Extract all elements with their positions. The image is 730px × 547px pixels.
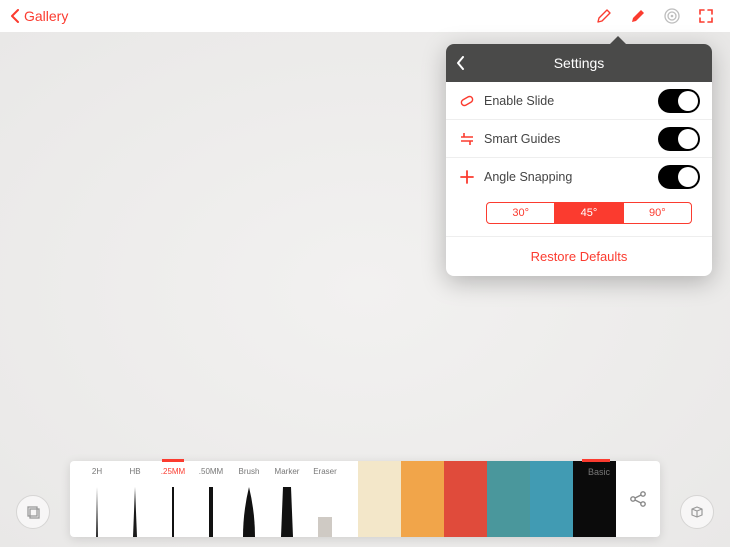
angle-segmented-control: 30° 45° 90° xyxy=(486,202,692,224)
cube-icon xyxy=(689,504,705,520)
tool-25mm[interactable]: .25MM xyxy=(154,467,192,537)
layers-icon xyxy=(25,504,41,520)
angle-option-45[interactable]: 45° xyxy=(554,203,622,223)
popover-header: Settings xyxy=(446,44,712,82)
slide-icon xyxy=(458,92,476,110)
palette-label: Basic xyxy=(588,467,610,477)
pencil-outline-icon xyxy=(595,7,613,25)
row-enable-slide: Enable Slide xyxy=(446,82,712,120)
target-icon xyxy=(663,7,681,25)
back-label: Gallery xyxy=(24,8,68,24)
pencil-outline-button[interactable] xyxy=(590,2,618,30)
palette-indicator xyxy=(582,459,610,462)
color-palette: Basic xyxy=(358,461,616,537)
toggle-smart-guides[interactable] xyxy=(658,127,700,151)
toggle-enable-slide[interactable] xyxy=(658,89,700,113)
pencil-fill-icon xyxy=(629,7,647,25)
swatch-1[interactable] xyxy=(401,461,444,537)
topbar: Gallery xyxy=(0,0,730,32)
tool-marker[interactable]: Marker xyxy=(268,467,306,537)
row-label: Angle Snapping xyxy=(484,170,658,184)
popover-back-button[interactable] xyxy=(456,44,465,82)
back-to-gallery[interactable]: Gallery xyxy=(10,8,68,24)
expand-button[interactable] xyxy=(692,2,720,30)
swatch-2[interactable] xyxy=(444,461,487,537)
restore-defaults-button[interactable]: Restore Defaults xyxy=(446,237,712,276)
tool-eraser[interactable]: Eraser xyxy=(306,467,344,537)
angle-option-30[interactable]: 30° xyxy=(487,203,554,223)
popover-title: Settings xyxy=(554,55,605,71)
tool-2h[interactable]: 2H xyxy=(78,467,116,537)
row-angle-snapping: Angle Snapping xyxy=(446,158,712,196)
angle-segmented-wrap: 30° 45° 90° xyxy=(446,196,712,237)
target-button[interactable] xyxy=(658,2,686,30)
row-smart-guides: Smart Guides xyxy=(446,120,712,158)
settings-popover: Settings Enable Slide Smart Guides Angle… xyxy=(446,44,712,276)
plus-icon xyxy=(458,168,476,186)
guides-icon xyxy=(458,130,476,148)
toggle-angle-snapping[interactable] xyxy=(658,165,700,189)
chevron-left-icon xyxy=(456,56,465,70)
swatch-3[interactable] xyxy=(487,461,530,537)
row-label: Enable Slide xyxy=(484,94,658,108)
tool-tray: 2H HB .25MM .50MM Brush Marker Eraser Ba… xyxy=(70,461,660,537)
expand-icon xyxy=(698,8,714,24)
perspective-button[interactable] xyxy=(680,495,714,529)
swatch-0[interactable] xyxy=(358,461,401,537)
share-button[interactable] xyxy=(616,461,660,537)
layers-button[interactable] xyxy=(16,495,50,529)
tool-50mm[interactable]: .50MM xyxy=(192,467,230,537)
swatch-4[interactable] xyxy=(530,461,573,537)
pencil-fill-button[interactable] xyxy=(624,2,652,30)
tool-brush[interactable]: Brush xyxy=(230,467,268,537)
chevron-left-icon xyxy=(10,9,20,23)
tool-indicator xyxy=(162,459,184,462)
share-icon xyxy=(628,489,648,509)
tool-hb[interactable]: HB xyxy=(116,467,154,537)
row-label: Smart Guides xyxy=(484,132,658,146)
angle-option-90[interactable]: 90° xyxy=(623,203,691,223)
tool-list: 2H HB .25MM .50MM Brush Marker Eraser xyxy=(70,461,352,537)
